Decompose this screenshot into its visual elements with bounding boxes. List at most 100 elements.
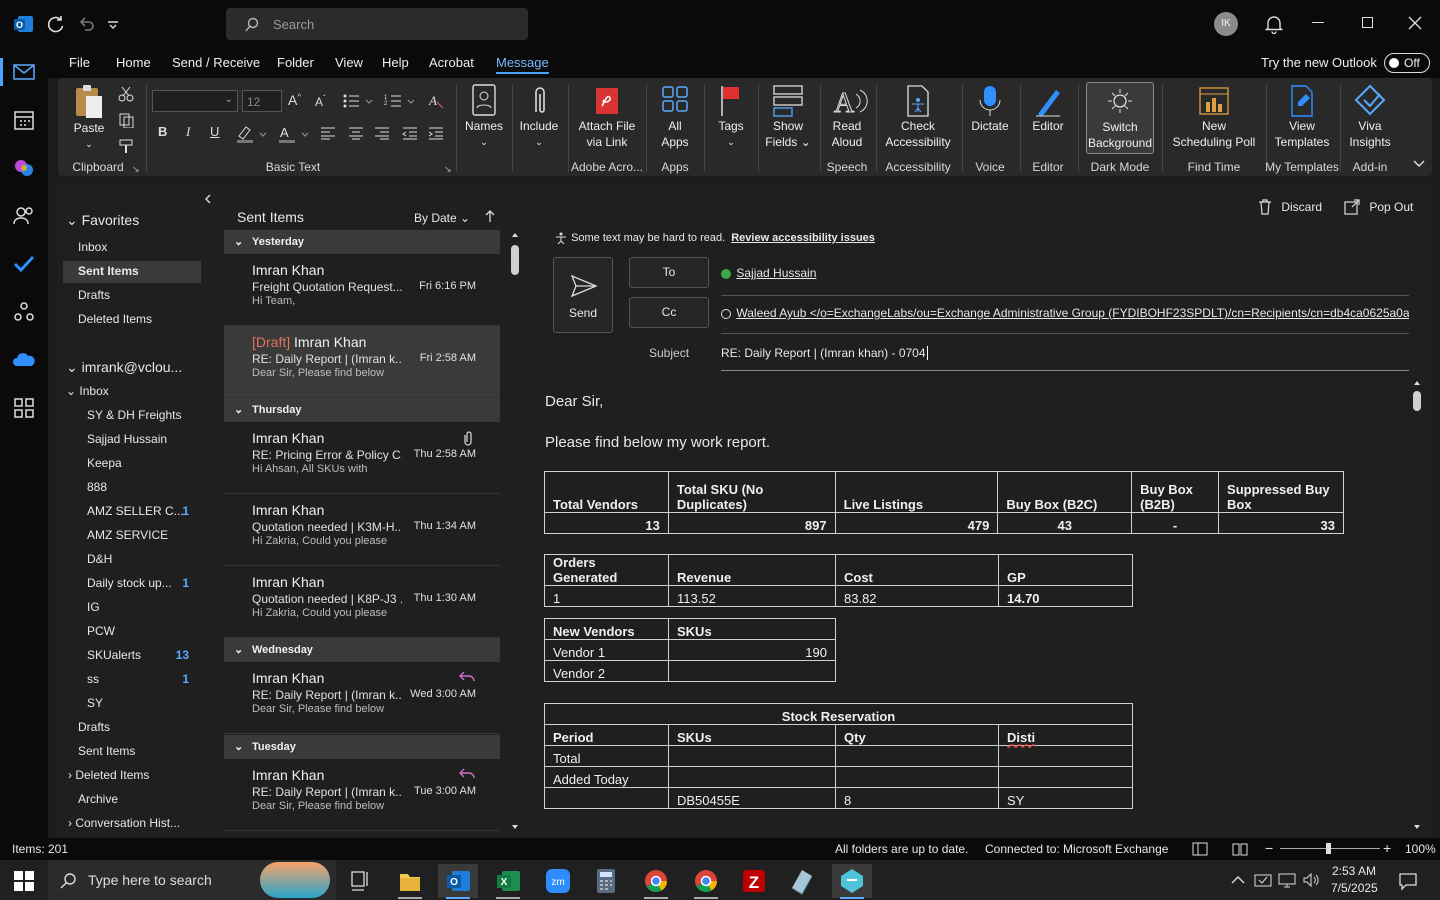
inbox-subfolder[interactable]: Sajjad Hussain — [87, 432, 167, 446]
message-list-scrollbar[interactable] — [511, 231, 519, 831]
message-item-selected[interactable]: [Draft] Imran Khan RE: Daily Report | (I… — [224, 326, 500, 398]
inbox-subfolder[interactable]: SKUalerts — [87, 648, 141, 662]
calendar-icon[interactable] — [12, 108, 36, 132]
check-accessibility-button[interactable]: Check Accessibility — [878, 84, 958, 150]
onedrive-icon[interactable] — [12, 348, 36, 372]
new-scheduling-poll-button[interactable]: New Scheduling Poll — [1164, 84, 1264, 150]
shrink-font-icon[interactable]: Aˇ — [315, 94, 326, 109]
notes-app-icon[interactable] — [782, 864, 822, 898]
group-header-thursday[interactable]: ⌄ Thursday — [224, 398, 500, 422]
show-hidden-icons[interactable] — [1230, 872, 1246, 888]
inbox-subfolder[interactable]: PCW — [87, 624, 115, 638]
copilot-icon[interactable] — [12, 156, 36, 180]
cc-recipient[interactable]: Waleed Ayub </o=ExchangeLabs/ou=Exchange… — [736, 306, 1409, 320]
security-icon[interactable] — [1254, 872, 1272, 888]
customize-toolbar-icon[interactable] — [106, 14, 120, 34]
clear-formatting-icon[interactable]: A — [428, 92, 446, 110]
numbering-icon[interactable]: 12 — [384, 92, 416, 110]
bold-icon[interactable]: B — [158, 124, 167, 139]
message-item[interactable]: Imran Khan Quotation needed | K3M-H... H… — [224, 494, 500, 566]
zoom-in-icon[interactable]: + — [1383, 840, 1391, 856]
highlight-icon[interactable] — [236, 124, 270, 144]
to-recipient[interactable]: Sajjad Hussain — [736, 266, 816, 280]
menu-folder[interactable]: Folder — [277, 55, 314, 70]
italic-icon[interactable]: I — [186, 124, 190, 140]
editor-button[interactable]: Editor — [1022, 84, 1074, 134]
calculator-icon[interactable] — [586, 864, 626, 898]
menu-home[interactable]: Home — [116, 55, 151, 70]
pop-out-button[interactable]: Pop Out — [1344, 199, 1413, 215]
inbox-subfolder[interactable]: SY — [87, 696, 103, 710]
people-icon[interactable] — [12, 204, 36, 228]
inbox-subfolder[interactable]: IG — [87, 600, 100, 614]
message-item[interactable]: Imran Khan Quotation needed | K8P-J3 ...… — [224, 566, 500, 638]
decrease-indent-icon[interactable] — [402, 126, 418, 140]
new-outlook-toggle[interactable]: Off — [1384, 53, 1430, 73]
inbox-subfolder[interactable]: AMZ SELLER C... — [87, 504, 184, 518]
viva-insights-button[interactable]: Viva Insights — [1342, 84, 1398, 150]
ribbon-collapse-icon[interactable] — [1412, 156, 1426, 170]
discard-button[interactable]: Discard — [1258, 199, 1322, 215]
format-painter-icon[interactable] — [118, 138, 134, 154]
normal-view-icon[interactable] — [1192, 842, 1208, 856]
menu-acrobat[interactable]: Acrobat — [429, 55, 474, 70]
outlook-taskbar-icon[interactable]: O — [438, 864, 478, 899]
message-item[interactable]: Imran Khan RE: Daily Report | (Imran k..… — [224, 759, 500, 831]
align-center-icon[interactable] — [348, 126, 364, 140]
fav-drafts[interactable]: Drafts — [78, 288, 110, 302]
inbox-folder[interactable]: ⌄ Inbox — [66, 384, 109, 398]
chrome-profile-icon[interactable] — [686, 864, 726, 899]
message-item[interactable]: Imran Khan Freight Quotation Request... … — [224, 254, 500, 326]
body-scrollbar[interactable] — [1412, 379, 1422, 833]
switch-background-button[interactable]: Switch Background — [1086, 82, 1154, 154]
menu-send-receive[interactable]: Send / Receive — [172, 55, 260, 70]
paste-button[interactable]: Paste ⌄ — [66, 84, 112, 152]
scroll-up-icon[interactable] — [511, 231, 519, 239]
filezilla-icon[interactable]: Z — [734, 864, 774, 898]
scroll-thumb[interactable] — [1413, 391, 1421, 411]
mail-icon[interactable] — [12, 60, 36, 84]
scroll-down-icon[interactable] — [1413, 823, 1421, 831]
font-color-icon[interactable]: A — [278, 124, 312, 144]
account-header[interactable]: ⌄ imrank@vclou... — [66, 359, 182, 376]
fav-sent-items[interactable]: Sent Items — [78, 264, 139, 278]
copy-icon[interactable] — [118, 112, 134, 128]
increase-indent-icon[interactable] — [428, 126, 444, 140]
avatar[interactable]: IK — [1214, 12, 1238, 36]
send-button[interactable]: Send — [553, 257, 613, 333]
subject-input[interactable]: RE: Daily Report | (Imran khan) - 0704 — [721, 346, 928, 360]
group-header-yesterday[interactable]: ⌄ Yesterday — [224, 230, 500, 254]
view-templates-button[interactable]: View Templates — [1268, 84, 1336, 150]
menu-message[interactable]: Message — [496, 55, 549, 70]
excel-icon[interactable]: X — [488, 864, 528, 899]
to-button[interactable]: To — [629, 257, 709, 288]
sync-icon[interactable] — [46, 14, 66, 34]
tags-button[interactable]: Tags ⌄ — [708, 84, 754, 150]
cc-button[interactable]: Cc — [629, 297, 709, 328]
volume-icon[interactable] — [1302, 872, 1320, 888]
archive-folder[interactable]: Archive — [78, 792, 118, 806]
windows-start-icon[interactable] — [14, 871, 34, 891]
file-explorer-icon[interactable] — [390, 864, 430, 899]
all-apps-button[interactable]: All Apps — [650, 84, 700, 150]
inbox-subfolder[interactable]: Keepa — [87, 456, 122, 470]
bell-icon[interactable] — [1264, 14, 1284, 34]
group-header-wednesday[interactable]: ⌄ Wednesday — [224, 638, 500, 662]
show-fields-button[interactable]: Show Fields ⌄ — [760, 84, 816, 150]
include-button[interactable]: Include ⌄ — [514, 84, 564, 150]
sort-direction-icon[interactable] — [484, 209, 496, 223]
conversation-history-folder[interactable]: › Conversation Hist... — [68, 816, 180, 830]
inbox-subfolder[interactable]: 888 — [87, 480, 107, 494]
clock-date[interactable]: 7/5/2025 — [1331, 881, 1378, 895]
dictate-button[interactable]: Dictate — [964, 84, 1016, 134]
inbox-subfolder[interactable]: ss — [87, 672, 99, 686]
inbox-subfolder[interactable]: SY & DH Freights — [87, 408, 181, 422]
search-box[interactable]: Search — [226, 8, 528, 40]
scroll-down-icon[interactable] — [511, 823, 519, 831]
to-field[interactable]: Sajjad Hussain — [721, 266, 816, 280]
zoom-out-icon[interactable]: − — [1265, 840, 1273, 856]
message-item[interactable]: Imran Khan RE: Pricing Error & Policy C.… — [224, 422, 500, 494]
review-accessibility-link[interactable]: Review accessibility issues — [731, 232, 875, 244]
inbox-subfolder[interactable]: AMZ SERVICE — [87, 528, 168, 542]
fav-deleted-items[interactable]: Deleted Items — [78, 312, 152, 326]
